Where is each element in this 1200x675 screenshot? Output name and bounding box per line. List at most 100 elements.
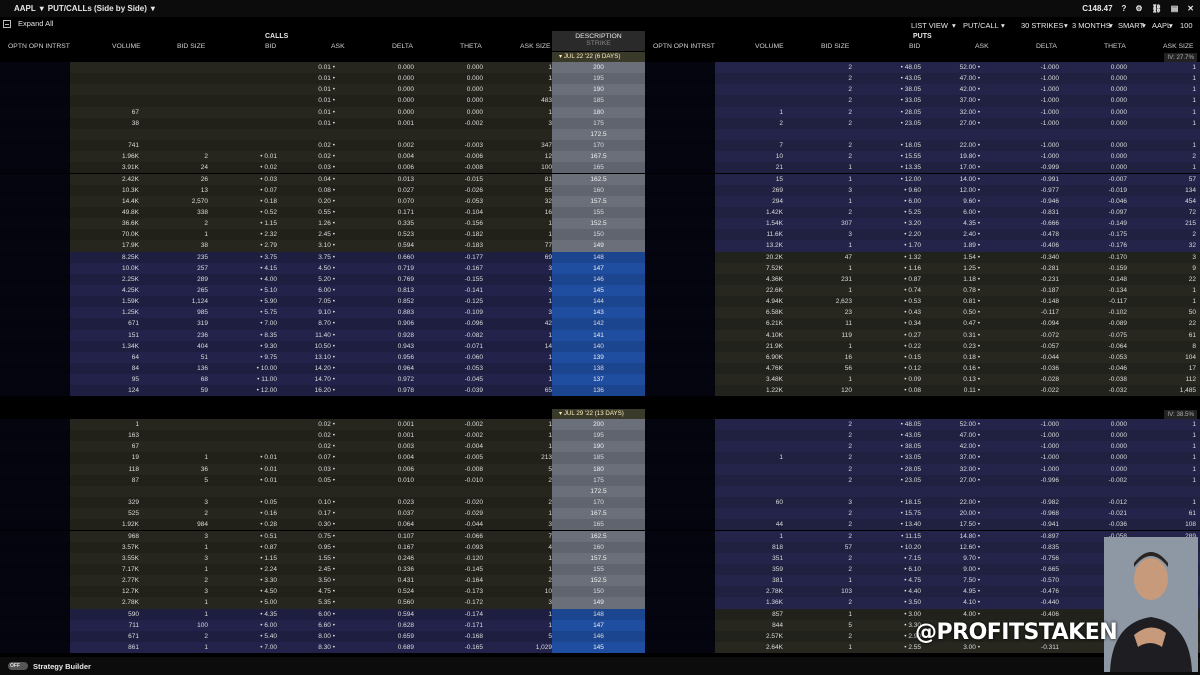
layout-icon[interactable]: ▤: [1171, 4, 1179, 13]
put-delta-cell[interactable]: -1.000: [999, 107, 1059, 118]
put-volume-cell[interactable]: 1.54K: [723, 218, 783, 229]
put-ask-size-cell[interactable]: 1: [1146, 441, 1196, 452]
call-delta-cell[interactable]: 0.010: [354, 475, 414, 486]
call-ask-size-cell[interactable]: 5: [502, 464, 552, 475]
call-delta-cell[interactable]: 0.719: [354, 263, 414, 274]
call-ask-size-cell[interactable]: 1: [502, 441, 552, 452]
call-delta-cell[interactable]: 0.813: [354, 285, 414, 296]
put-theta-cell[interactable]: [1067, 129, 1127, 140]
call-bid-cell[interactable]: • 0.16: [227, 508, 277, 519]
put-bid-size-cell[interactable]: 2: [792, 151, 852, 162]
call-bid-cell[interactable]: • 7.00: [227, 642, 277, 653]
call-ask-size-cell[interactable]: 483: [502, 95, 552, 106]
call-ask-cell[interactable]: [285, 129, 335, 140]
call-volume-cell[interactable]: [79, 84, 139, 95]
call-theta-cell[interactable]: -0.003: [423, 140, 483, 151]
put-ask-cell[interactable]: 37.00 •: [930, 452, 980, 463]
call-ask-size-cell[interactable]: 16: [502, 207, 552, 218]
call-theta-cell[interactable]: -0.172: [423, 597, 483, 608]
put-ask-cell[interactable]: 22.00 •: [930, 140, 980, 151]
put-volume-cell[interactable]: 269: [723, 185, 783, 196]
put-ask-cell[interactable]: 0.81 •: [930, 296, 980, 307]
call-volume-cell[interactable]: 1.25K: [79, 307, 139, 318]
put-bid-cell[interactable]: • 3.00: [871, 609, 921, 620]
put-ask-cell[interactable]: 19.80 •: [930, 151, 980, 162]
table-row[interactable]: 151 236 • 8.35 11.40 • 0.928 -0.082 1 4.10K 119 •…: [0, 329, 1200, 341]
call-bid-cell[interactable]: • 0.01: [227, 151, 277, 162]
call-ask-size-cell[interactable]: 1: [502, 330, 552, 341]
put-volume-cell[interactable]: 1: [723, 107, 783, 118]
put-ask-cell[interactable]: 20.00 •: [930, 508, 980, 519]
put-ask-size-cell[interactable]: 1,485: [1146, 385, 1196, 396]
put-ask-cell[interactable]: [930, 486, 980, 497]
call-bid-cell[interactable]: [227, 486, 277, 497]
put-delta-cell[interactable]: -0.991: [999, 174, 1059, 185]
call-ask-size-cell[interactable]: 1: [502, 274, 552, 285]
call-bid-size-cell[interactable]: 1: [148, 609, 208, 620]
put-delta-cell[interactable]: -0.570: [999, 575, 1059, 586]
put-ask-cell[interactable]: 52.00 •: [930, 419, 980, 430]
strike-cell[interactable]: 165: [552, 519, 645, 531]
call-theta-cell[interactable]: -0.053: [423, 196, 483, 207]
put-ask-cell[interactable]: 0.50 •: [930, 307, 980, 318]
put-delta-cell[interactable]: -1.000: [999, 73, 1059, 84]
call-bid-cell[interactable]: • 0.87: [227, 542, 277, 553]
call-bid-size-cell[interactable]: 51: [148, 352, 208, 363]
call-bid-size-cell[interactable]: 24: [148, 162, 208, 173]
put-ask-cell[interactable]: 1.25 •: [930, 263, 980, 274]
put-ask-cell[interactable]: 1.89 •: [930, 240, 980, 251]
strike-cell[interactable]: 145: [552, 285, 645, 297]
put-bid-size-cell[interactable]: 1: [792, 285, 852, 296]
call-delta-cell[interactable]: 0.956: [354, 352, 414, 363]
table-row[interactable]: 2.77K 2 • 3.30 3.50 • 0.431 -0.164 2 381 1 • 4.75…: [0, 575, 1200, 587]
put-ask-cell[interactable]: 14.80 •: [930, 531, 980, 542]
chevron-down-icon[interactable]: ▾: [1001, 21, 1005, 30]
call-bid-cell[interactable]: • 0.18: [227, 196, 277, 207]
put-bid-size-cell[interactable]: 1: [792, 196, 852, 207]
put-ask-size-cell[interactable]: 134: [1146, 185, 1196, 196]
put-bid-size-cell[interactable]: 23: [792, 307, 852, 318]
call-bid-size-cell[interactable]: 289: [148, 274, 208, 285]
call-theta-cell[interactable]: -0.164: [423, 575, 483, 586]
strike-cell[interactable]: 175: [552, 117, 645, 129]
call-bid-cell[interactable]: • 0.01: [227, 464, 277, 475]
put-volume-cell[interactable]: 1.36K: [723, 597, 783, 608]
call-theta-cell[interactable]: -0.168: [423, 631, 483, 642]
call-bid-size-cell[interactable]: 26: [148, 174, 208, 185]
put-ask-cell[interactable]: 47.00 •: [930, 73, 980, 84]
call-delta-cell[interactable]: 0.660: [354, 252, 414, 263]
call-ask-size-cell[interactable]: 4: [502, 542, 552, 553]
put-volume-cell[interactable]: [723, 84, 783, 95]
put-bid-cell[interactable]: • 33.05: [871, 452, 921, 463]
put-delta-cell[interactable]: -0.281: [999, 263, 1059, 274]
put-volume-cell[interactable]: 10: [723, 151, 783, 162]
put-bid-cell[interactable]: • 18.05: [871, 140, 921, 151]
put-ask-size-cell[interactable]: [1146, 486, 1196, 497]
put-theta-cell[interactable]: 0.000: [1067, 464, 1127, 475]
put-delta-cell[interactable]: -0.057: [999, 341, 1059, 352]
put-ask-size-cell[interactable]: 1: [1146, 419, 1196, 430]
put-bid-cell[interactable]: • 23.05: [871, 118, 921, 129]
put-ask-cell[interactable]: 1.18 •: [930, 274, 980, 285]
strike-cell[interactable]: 146: [552, 630, 645, 642]
call-bid-cell[interactable]: • 5.00: [227, 597, 277, 608]
put-volume-cell[interactable]: 6.90K: [723, 352, 783, 363]
list-view-dropdown[interactable]: LIST VIEW: [911, 21, 948, 30]
call-volume-cell[interactable]: 64: [79, 352, 139, 363]
help-icon[interactable]: ?: [1122, 4, 1127, 13]
call-ask-cell[interactable]: 0.02 •: [285, 419, 335, 430]
put-bid-cell[interactable]: • 18.15: [871, 497, 921, 508]
call-theta-cell[interactable]: -0.008: [423, 162, 483, 173]
put-ask-size-cell[interactable]: 17: [1146, 363, 1196, 374]
put-theta-cell[interactable]: 0.000: [1067, 441, 1127, 452]
strike-cell[interactable]: 167.5: [552, 151, 645, 163]
put-bid-size-cell[interactable]: 3: [792, 229, 852, 240]
put-volume-cell[interactable]: 7.52K: [723, 263, 783, 274]
strike-cell[interactable]: 180: [552, 106, 645, 118]
col-header-put-bid[interactable]: BID: [909, 43, 920, 52]
put-bid-cell[interactable]: • 0.08: [871, 385, 921, 396]
call-delta-cell[interactable]: 0.524: [354, 586, 414, 597]
call-delta-cell[interactable]: 0.000: [354, 107, 414, 118]
call-bid-size-cell[interactable]: 3: [148, 531, 208, 542]
call-delta-cell[interactable]: 0.006: [354, 162, 414, 173]
